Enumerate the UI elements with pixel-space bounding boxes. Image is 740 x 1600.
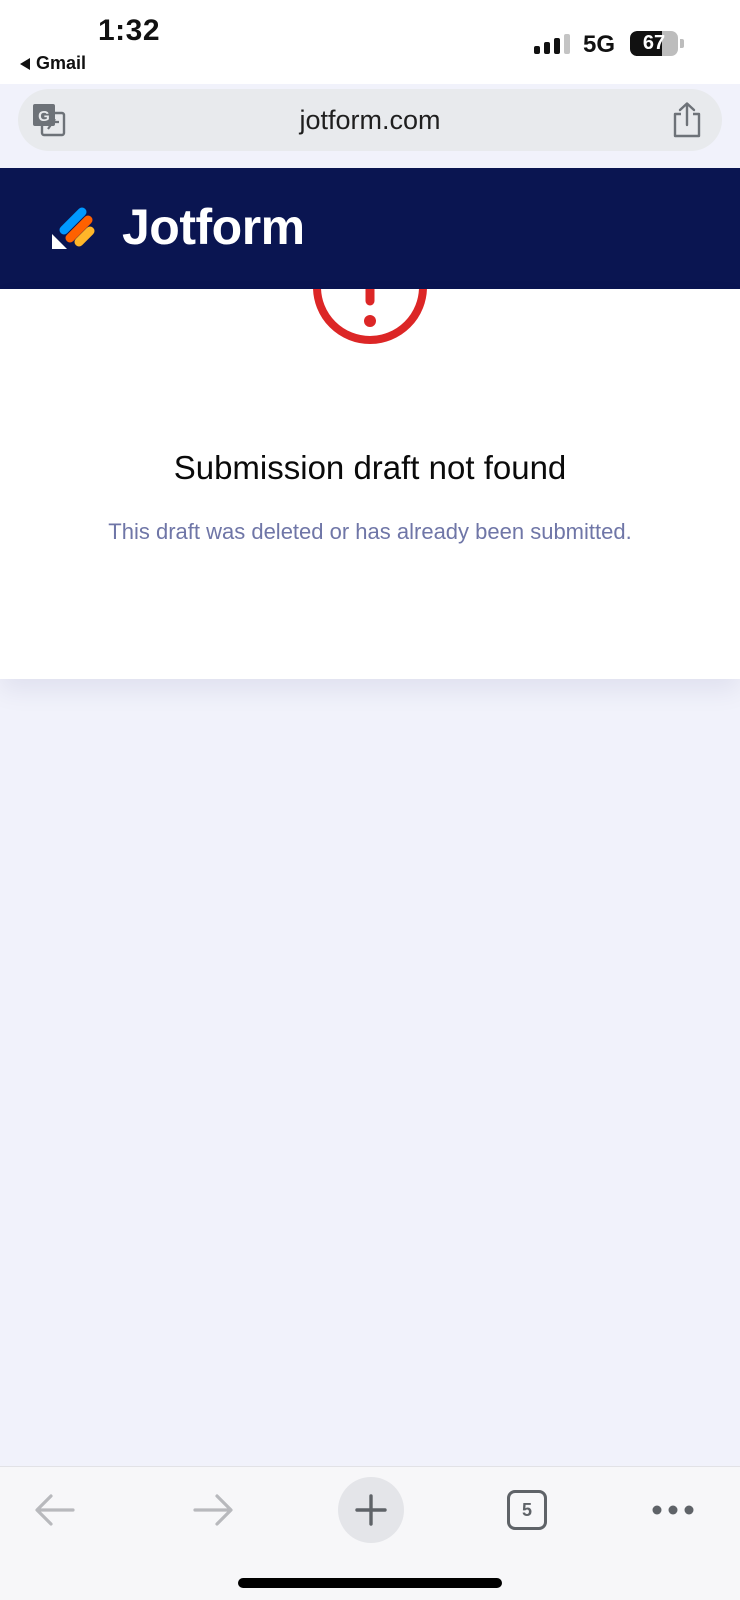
share-icon[interactable] [670,101,704,139]
tabs-button[interactable]: 5 [494,1477,560,1543]
back-button[interactable] [22,1477,88,1543]
back-app-label: Gmail [36,53,87,73]
tab-count: 5 [521,1499,532,1520]
address-bar[interactable]: jotform.com G [18,89,722,151]
cellular-signal-icon [534,34,572,54]
url-text[interactable]: jotform.com [18,89,722,151]
arrow-right-icon [193,1494,233,1526]
arrow-left-icon [35,1494,75,1526]
new-tab-button[interactable] [338,1477,404,1543]
translate-icon[interactable]: G [31,102,67,138]
network-type: 5G [583,31,616,58]
back-triangle-icon [20,57,30,70]
battery-icon: 67 [630,31,678,56]
battery-level: 67 [642,32,666,54]
error-card: Submission draft not found This draft wa… [0,289,740,679]
jotform-header: Jotform [0,168,740,289]
jotform-logo-icon[interactable] [50,204,98,252]
tabs-icon: 5 [507,1490,547,1530]
error-message: This draft was deleted or has already be… [108,519,632,544]
error-title: Submission draft not found [173,449,567,486]
home-indicator[interactable] [238,1578,502,1588]
svg-text:G: G [38,108,50,125]
forward-button[interactable] [180,1477,246,1543]
status-time: 1:32 [98,14,161,47]
status-bar: 1:32 Gmail 5G 67 [0,0,740,84]
back-to-app-link[interactable]: Gmail [20,53,86,74]
battery-cap [680,39,684,48]
plus-icon [355,1494,387,1526]
more-horizontal-icon [652,1505,694,1515]
alert-circle-icon [313,289,427,344]
jotform-brand-name[interactable]: Jotform [122,198,305,256]
more-button[interactable] [640,1477,706,1543]
